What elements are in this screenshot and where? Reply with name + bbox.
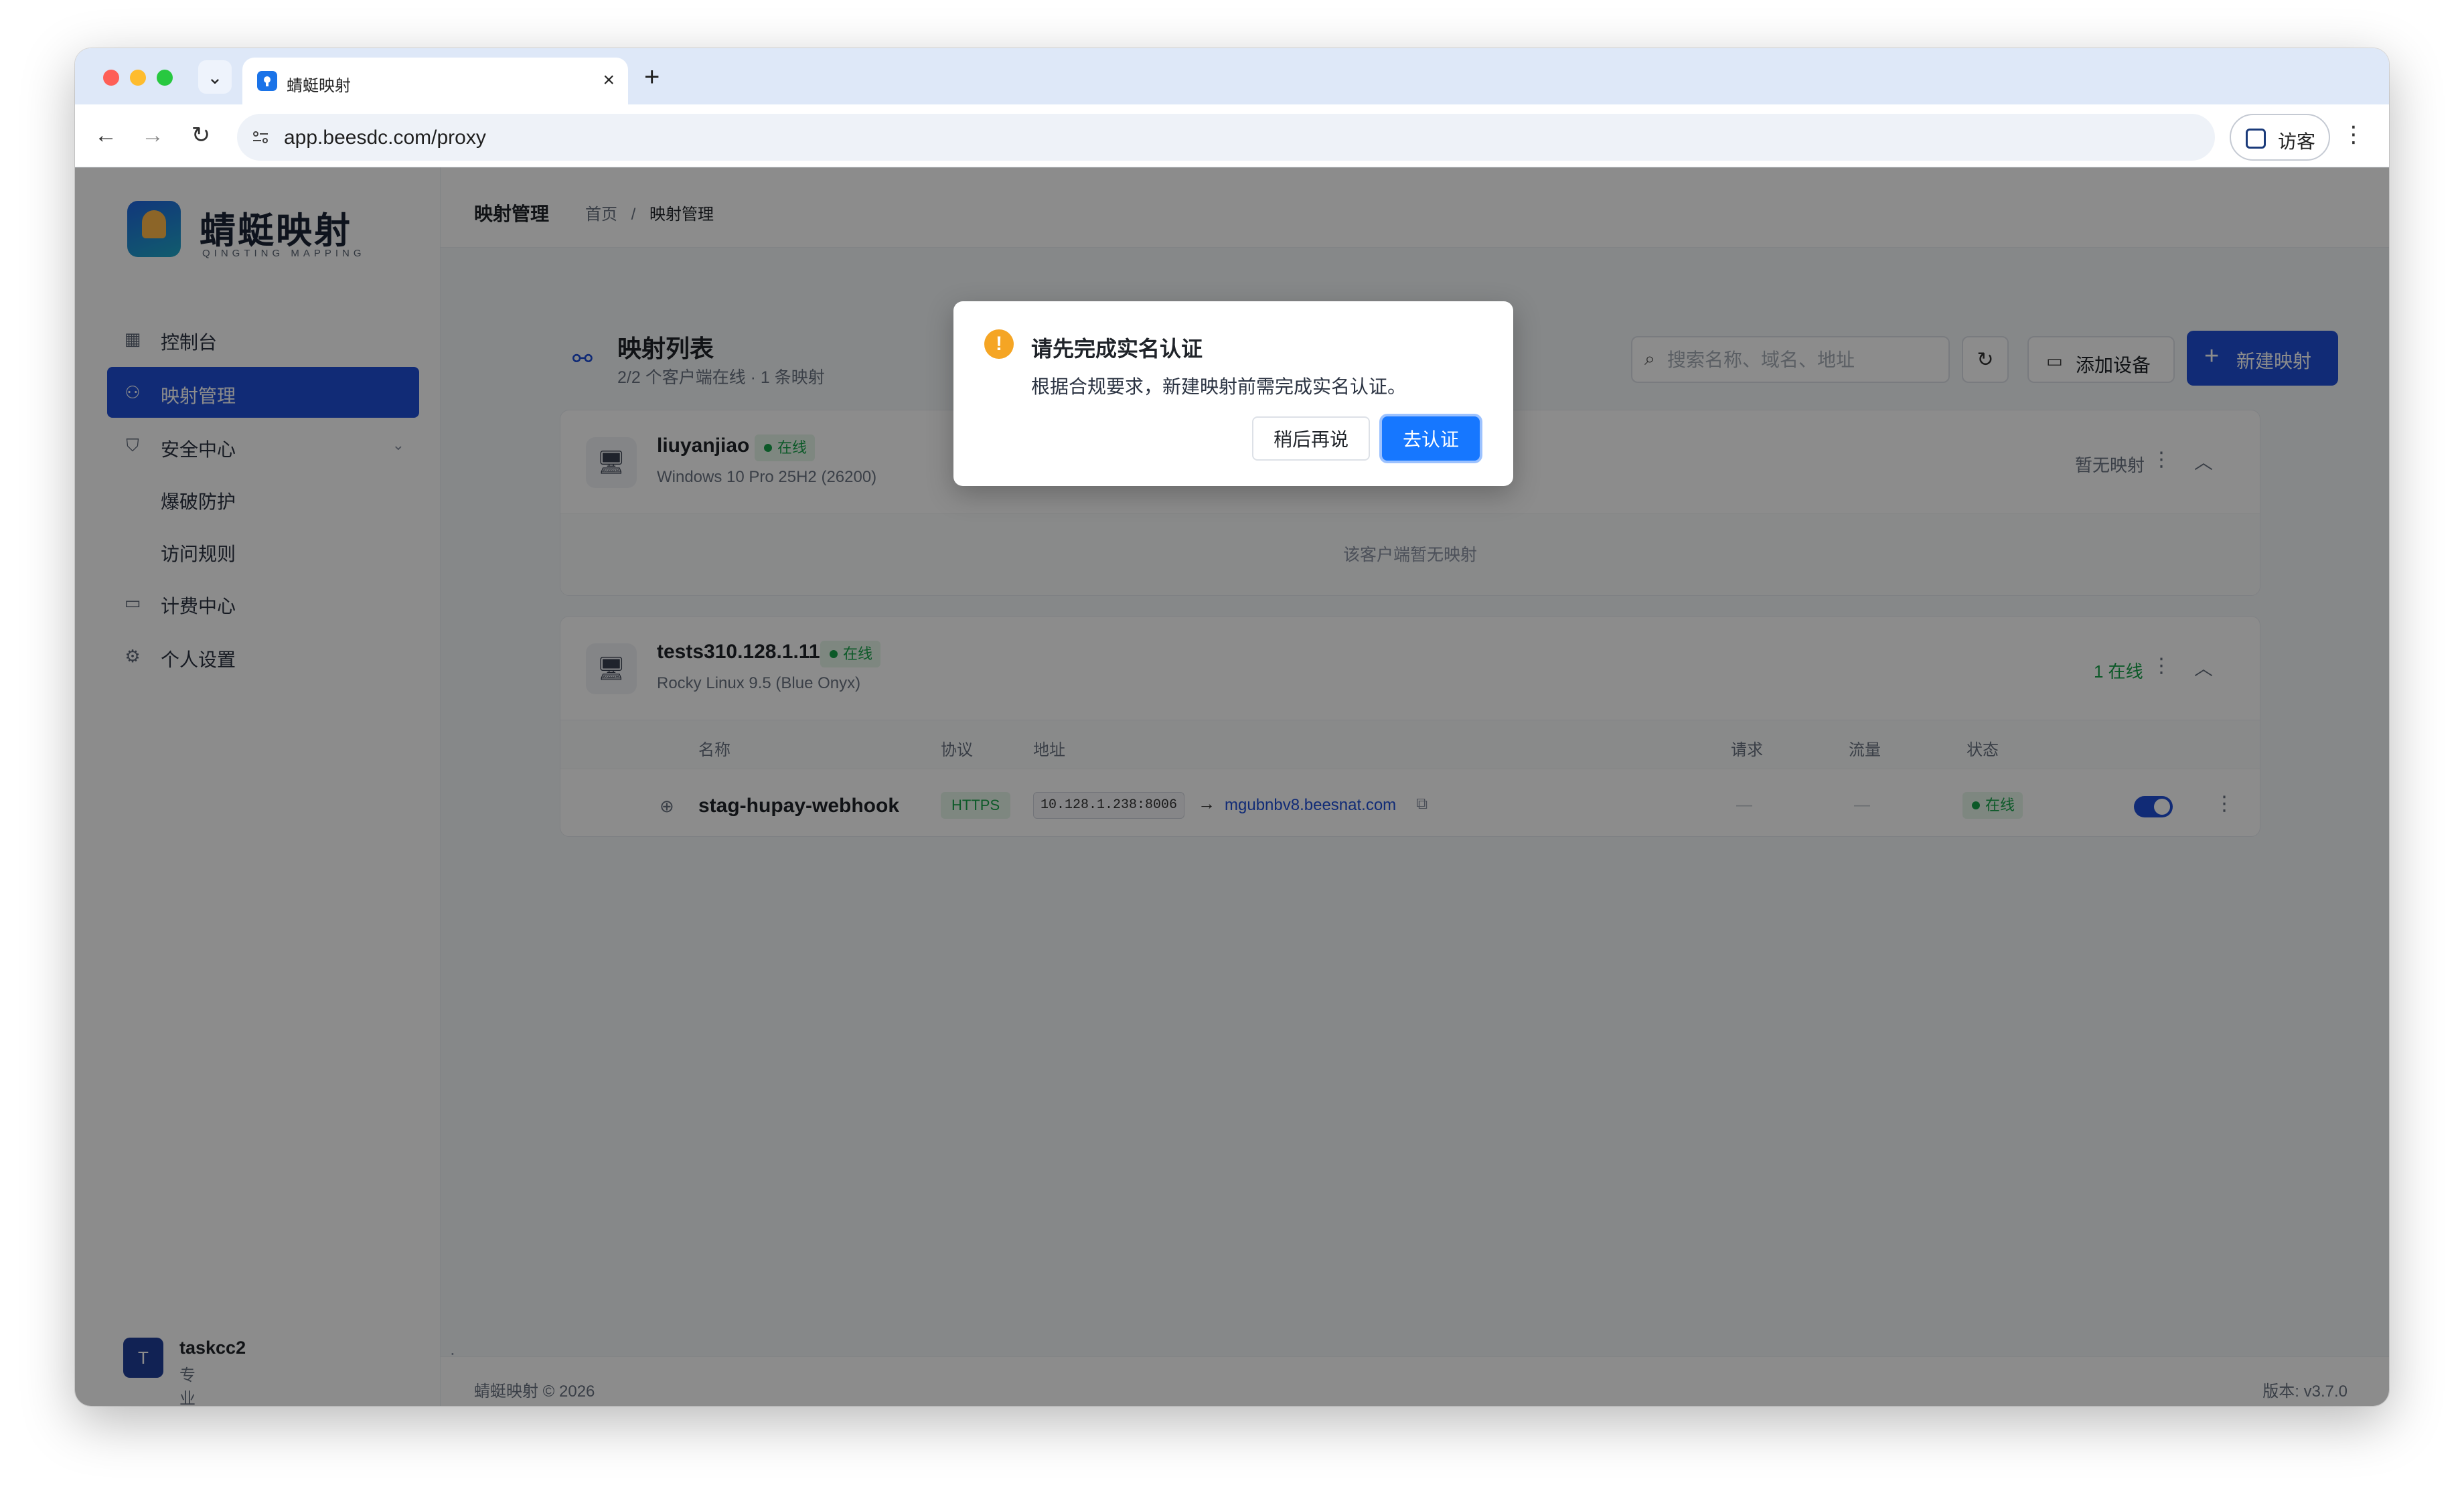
reload-icon[interactable]: ↻ — [185, 119, 217, 151]
close-window-button[interactable] — [103, 70, 119, 86]
guest-label: 访客 — [2278, 131, 2316, 152]
browser-tab[interactable]: 蜻蜓映射 × — [242, 58, 628, 104]
browser-window: ⌄ 蜻蜓映射 × + ← → ↻ app.beesdc.com/proxy 访客… — [75, 48, 2389, 1406]
verify-button[interactable]: 去认证 — [1382, 416, 1480, 461]
warning-icon: ! — [984, 329, 1014, 359]
forward-icon[interactable]: → — [137, 119, 169, 151]
dialog-message: 根据合规要求，新建映射前需完成实名认证。 — [1031, 376, 1407, 397]
later-button[interactable]: 稍后再说 — [1252, 416, 1370, 461]
guest-profile-button[interactable]: 访客 — [2230, 114, 2330, 161]
back-icon[interactable]: ← — [90, 119, 122, 151]
verification-dialog: ! 请先完成实名认证 根据合规要求，新建映射前需完成实名认证。 稍后再说 去认证 — [953, 301, 1513, 486]
tab-strip: ⌄ 蜻蜓映射 × + — [75, 48, 2389, 104]
browser-toolbar: ← → ↻ app.beesdc.com/proxy 访客 ⋮ — [75, 104, 2389, 167]
favicon-icon — [257, 71, 277, 91]
minimize-window-button[interactable] — [130, 70, 146, 86]
tab-search-icon[interactable]: ⌄ — [198, 60, 232, 94]
maximize-window-button[interactable] — [157, 70, 173, 86]
guest-profile-icon — [2246, 129, 2266, 149]
site-info-icon[interactable] — [249, 126, 272, 149]
url-text[interactable]: app.beesdc.com/proxy — [284, 127, 486, 149]
close-tab-icon[interactable]: × — [603, 67, 615, 94]
address-bar[interactable]: app.beesdc.com/proxy — [237, 114, 2215, 161]
kebab-menu-icon[interactable]: ⋮ — [2342, 118, 2365, 151]
tab-title: 蜻蜓映射 — [287, 77, 351, 95]
dialog-title: 请先完成实名认证 — [1031, 337, 1203, 361]
new-tab-button[interactable]: + — [644, 60, 660, 94]
